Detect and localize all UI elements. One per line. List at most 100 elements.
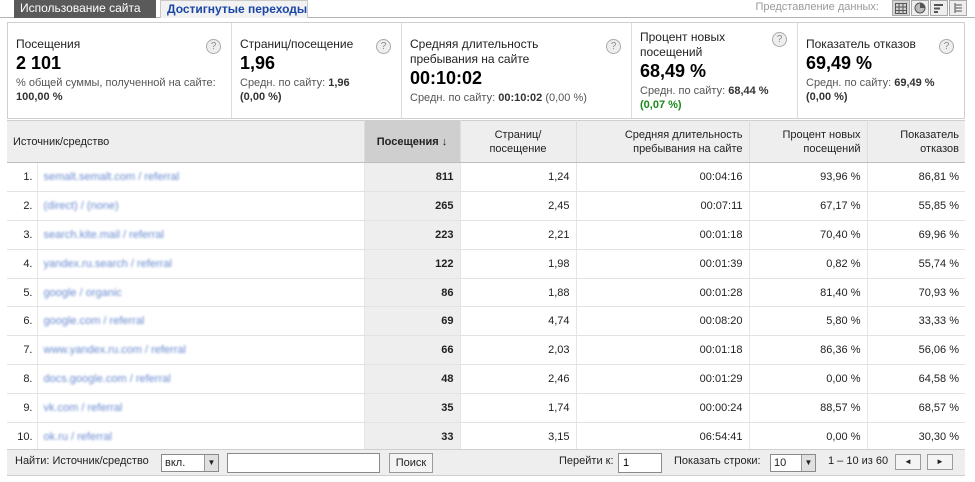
metric-value: 00:10:02 <box>410 68 483 88</box>
metric-sub-value: 68,44 % <box>728 85 769 97</box>
source-link[interactable]: docs.google.com / referral <box>44 373 171 385</box>
search-button[interactable]: Поиск <box>389 453 433 473</box>
new-visits-cell: 0,82 % <box>749 249 868 279</box>
metric-sub-label: Средн. по сайту: <box>410 92 496 104</box>
source-link[interactable]: semalt.semalt.com / referral <box>44 171 180 183</box>
find-label: Найти: Источник/средство <box>15 455 149 467</box>
source-link[interactable]: yandex.ru.search / referral <box>44 258 172 270</box>
new-visits-cell: 67,17 % <box>749 191 868 221</box>
source-cell: vk.com / referral <box>37 393 365 424</box>
metric-sub-value: 100,00 % <box>16 91 63 103</box>
row-index: 3. <box>7 220 38 250</box>
metric-sub-label: Средн. по сайту: <box>640 85 726 97</box>
col-visits-sorted[interactable]: Посещения ↓ <box>364 120 461 163</box>
duration-cell: 00:01:18 <box>576 220 750 250</box>
next-page-button[interactable]: ► <box>927 454 953 470</box>
source-cell: search.kite.mail / referral <box>37 220 365 250</box>
duration-cell: 06:54:41 <box>576 422 750 452</box>
source-link[interactable]: ok.ru / referral <box>44 431 112 443</box>
source-link[interactable]: (direct) / (none) <box>44 200 119 212</box>
goto-page-input[interactable] <box>618 453 662 473</box>
prev-page-button[interactable]: ◄ <box>895 454 921 470</box>
source-link[interactable]: search.kite.mail / referral <box>44 229 164 241</box>
help-icon[interactable]: ? <box>206 39 221 54</box>
source-link[interactable]: google.com / referral <box>44 315 145 327</box>
new-visits-cell: 93,96 % <box>749 162 868 192</box>
metric-label: Процент новых посещений <box>640 30 726 59</box>
tab-site-usage[interactable]: Использование сайта <box>14 0 156 18</box>
source-cell: google.com / referral <box>37 306 365 337</box>
pages-cell: 1,74 <box>460 393 577 424</box>
source-link[interactable]: www.yandex.ru.com / referral <box>44 344 186 356</box>
help-icon[interactable]: ? <box>606 39 621 54</box>
duration-cell: 00:01:28 <box>576 278 750 308</box>
table-row: 9. vk.com / referral 35 1,74 00:00:24 88,57 %… <box>7 393 965 424</box>
visits-cell: 69 <box>364 306 461 337</box>
top-tab-bar: Использование сайта Достигнутые переходы… <box>0 0 975 18</box>
metric-sub: % общей суммы, полученной на сайте: 100,… <box>16 76 223 104</box>
source-cell: www.yandex.ru.com / referral <box>37 335 365 366</box>
duration-cell: 00:01:18 <box>576 335 750 366</box>
chevron-down-icon: ▼ <box>204 455 218 471</box>
view-toggle-group <box>891 0 967 16</box>
metric-pages-per-visit: Страниц/посещение 1,96 Средн. по сайту: … <box>232 23 402 118</box>
new-visits-cell: 5,80 % <box>749 306 868 337</box>
help-icon[interactable]: ? <box>939 39 954 54</box>
source-cell: semalt.semalt.com / referral <box>37 162 365 192</box>
duration-cell: 00:00:24 <box>576 393 750 424</box>
pages-cell: 2,45 <box>460 191 577 221</box>
visits-cell: 66 <box>364 335 461 366</box>
visits-cell: 86 <box>364 278 461 308</box>
metric-sub: Средн. по сайту: 68,44 % (0,07 %) <box>640 84 789 112</box>
table-row: 1. semalt.semalt.com / referral 811 1,24 00:… <box>7 162 965 192</box>
filter-mode-value: вкл. <box>165 457 186 469</box>
metric-sub: Средн. по сайту: 00:10:02 (0,00 %) <box>410 91 623 105</box>
col-source[interactable]: Источник/средство <box>7 120 365 163</box>
new-visits-cell: 0,00 % <box>749 364 868 395</box>
pie-icon[interactable] <box>911 0 929 16</box>
col-pages-per-visit[interactable]: Страниц/посещение <box>460 120 577 163</box>
bounce-cell: 70,93 % <box>867 278 965 308</box>
col-avg-duration[interactable]: Средняя длительность пребывания на сайте <box>576 120 750 163</box>
filter-mode-select[interactable]: вкл. ▼ <box>161 454 219 472</box>
help-icon[interactable]: ? <box>772 32 787 47</box>
search-input[interactable] <box>227 453 380 473</box>
col-bounce-rate[interactable]: Показатель отказов <box>867 120 965 163</box>
duration-cell: 00:04:16 <box>576 162 750 192</box>
pages-cell: 2,46 <box>460 364 577 395</box>
bounce-cell: 55,74 % <box>867 249 965 279</box>
rows-per-page-select[interactable]: 10 ▼ <box>770 454 816 472</box>
pivot-icon[interactable] <box>949 0 967 16</box>
pages-cell: 2,03 <box>460 335 577 366</box>
bounce-cell: 69,96 % <box>867 220 965 250</box>
metric-avg-duration: Средняя длительность пребывания на сайте… <box>402 23 632 118</box>
row-index: 7. <box>7 335 38 366</box>
metric-label: Страниц/посещение <box>240 37 354 51</box>
bounce-cell: 55,85 % <box>867 191 965 221</box>
pages-cell: 2,21 <box>460 220 577 250</box>
visits-cell: 48 <box>364 364 461 395</box>
metric-sub-label: % общей суммы, полученной на сайте: <box>16 77 216 89</box>
rows-label: Показать строки: <box>674 455 761 467</box>
visits-cell: 122 <box>364 249 461 279</box>
source-link[interactable]: vk.com / referral <box>44 402 123 414</box>
chevron-down-icon: ▼ <box>801 455 815 471</box>
tab-goal-conversions[interactable]: Достигнутые переходы <box>160 0 308 18</box>
metric-sub: Средн. по сайту: 1,96 (0,00 %) <box>240 76 393 104</box>
table-icon[interactable] <box>892 0 910 16</box>
row-index: 1. <box>7 162 38 192</box>
table-row: 3. search.kite.mail / referral 223 2,21 00:0… <box>7 220 965 250</box>
table-row: 8. docs.google.com / referral 48 2,46 00:01:… <box>7 364 965 395</box>
metric-sub-change: (0,00 %) <box>545 92 587 104</box>
table-row: 5. google / organic 86 1,88 00:01:28 81,40 % 7… <box>7 278 965 308</box>
col-new-visits[interactable]: Процент новых посещений <box>749 120 868 163</box>
metric-value: 2 101 <box>16 53 62 73</box>
source-cell: ok.ru / referral <box>37 422 365 452</box>
bar-icon[interactable] <box>930 0 948 16</box>
pages-cell: 1,24 <box>460 162 577 192</box>
help-icon[interactable]: ? <box>376 39 391 54</box>
source-link[interactable]: google / organic <box>44 287 122 299</box>
rows-per-page-value: 10 <box>774 457 787 469</box>
new-visits-cell: 81,40 % <box>749 278 868 308</box>
row-index: 10. <box>7 422 38 452</box>
